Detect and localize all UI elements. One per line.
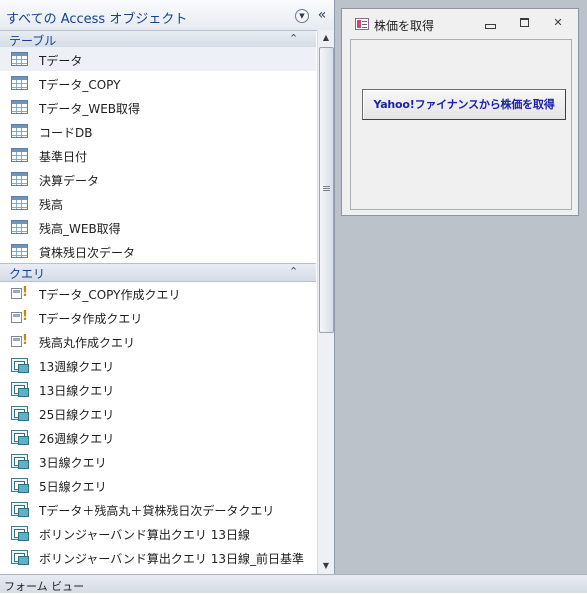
object-list: テーブル ⌃ Tデータ Tデータ_COPY Tデータ_WEB取得 コードDB 基… bbox=[0, 30, 316, 574]
list-item-query[interactable]: ボリンジャーバンド算出クエリ 13日線_前日基準 bbox=[0, 545, 316, 569]
table-icon bbox=[11, 172, 28, 186]
select-query-icon bbox=[11, 454, 29, 469]
list-item-table[interactable]: コードDB bbox=[0, 119, 316, 143]
list-item-table[interactable]: 残高 bbox=[0, 191, 316, 215]
select-query-icon bbox=[11, 430, 29, 445]
restore-button[interactable] bbox=[516, 16, 532, 30]
list-item-table[interactable]: 残高_WEB取得 bbox=[0, 215, 316, 239]
restore-icon bbox=[519, 18, 529, 27]
make-table-query-icon: ! bbox=[11, 285, 28, 300]
form-detail-section: Yahoo!ファイナンスから株価を取得 bbox=[350, 39, 572, 210]
list-item-label: 残高_WEB取得 bbox=[39, 222, 121, 236]
collapse-pane-button[interactable]: « bbox=[315, 5, 329, 25]
list-item-label: 5日線クエリ bbox=[39, 480, 107, 494]
list-item-label: Tデータ作成クエリ bbox=[39, 312, 143, 326]
select-query-icon bbox=[11, 358, 29, 373]
list-item-label: ボリンジャーバンド算出クエリ 13日線_前日基準 bbox=[39, 552, 304, 566]
select-query-icon bbox=[11, 406, 29, 421]
select-query-icon bbox=[11, 382, 29, 397]
list-item-query[interactable]: ! 残高丸作成クエリ bbox=[0, 329, 316, 353]
list-item-label: Tデータ bbox=[39, 54, 83, 68]
list-item-query[interactable]: ボリンジャーバンド算出クエリ 13日線 bbox=[0, 521, 316, 545]
list-item-table[interactable]: 決算データ bbox=[0, 167, 316, 191]
scroll-up-button[interactable]: ▲ bbox=[318, 30, 334, 46]
list-item-label: 25日線クエリ bbox=[39, 408, 115, 422]
select-query-icon bbox=[11, 502, 29, 517]
form-icon bbox=[355, 18, 369, 30]
close-button[interactable]: ✕ bbox=[550, 16, 566, 30]
select-query-icon bbox=[11, 478, 29, 493]
list-item-label: 決算データ bbox=[39, 174, 100, 188]
list-item-label: Tデータ_WEB取得 bbox=[39, 102, 141, 116]
list-item-query[interactable]: ! Tデータ_COPY作成クエリ bbox=[0, 281, 316, 305]
list-item-label: 3日線クエリ bbox=[39, 456, 107, 470]
select-query-icon bbox=[11, 526, 29, 541]
list-item-query[interactable]: 5日線クエリ bbox=[0, 473, 316, 497]
navigation-pane-title[interactable]: すべての Access オブジェクト bbox=[6, 8, 187, 27]
list-item-table[interactable]: Tデータ_COPY bbox=[0, 71, 316, 95]
form-window: 株価を取得 ✕ Yahoo!ファイナンスから株価を取得 bbox=[341, 8, 579, 216]
list-item-label: 貸株残日次データ bbox=[39, 246, 136, 260]
select-query-icon bbox=[11, 550, 29, 565]
chevron-down-circle-icon[interactable]: ▼ bbox=[295, 9, 309, 23]
make-table-query-icon: ! bbox=[11, 333, 28, 348]
list-item-table[interactable]: Tデータ_WEB取得 bbox=[0, 95, 316, 119]
minimize-button[interactable] bbox=[482, 16, 498, 30]
list-item-label: ボリンジャーバンド算出クエリ 13日線 bbox=[39, 528, 250, 542]
list-item-label: 13日線クエリ bbox=[39, 384, 115, 398]
chevron-up-icon[interactable]: ⌃ bbox=[289, 31, 298, 47]
list-item-query[interactable]: 13日線クエリ bbox=[0, 377, 316, 401]
table-icon bbox=[11, 196, 28, 210]
list-item-label: 残高 bbox=[39, 198, 64, 212]
list-item-query[interactable]: 13週線クエリ bbox=[0, 353, 316, 377]
list-item-label: Tデータ_COPY bbox=[39, 78, 121, 92]
form-title-bar[interactable]: 株価を取得 ✕ bbox=[342, 9, 578, 37]
navigation-pane: すべての Access オブジェクト ▼ « テーブル ⌃ Tデータ Tデータ_… bbox=[0, 0, 335, 574]
list-item-label: 13週線クエリ bbox=[39, 360, 115, 374]
list-item-label: Tデータ＋残高丸＋貸株残日次データクエリ bbox=[39, 504, 275, 518]
list-item-query[interactable]: 3日線クエリ bbox=[0, 449, 316, 473]
list-item-query[interactable]: ! Tデータ作成クエリ bbox=[0, 305, 316, 329]
vertical-scrollbar[interactable]: ▲ ▼ bbox=[317, 30, 334, 574]
scrollbar-thumb[interactable] bbox=[319, 47, 334, 333]
grip-icon bbox=[323, 186, 330, 192]
scroll-down-button[interactable]: ▼ bbox=[318, 558, 334, 574]
minimize-icon bbox=[484, 24, 496, 29]
form-title: 株価を取得 bbox=[374, 19, 435, 33]
chevron-up-icon[interactable]: ⌃ bbox=[289, 264, 298, 280]
status-bar: フォーム ビュー bbox=[0, 574, 587, 593]
list-item-query[interactable]: 26週線クエリ bbox=[0, 425, 316, 449]
list-item-table[interactable]: Tデータ bbox=[0, 47, 316, 71]
list-item-label: 26週線クエリ bbox=[39, 432, 115, 446]
make-table-query-icon: ! bbox=[11, 309, 28, 324]
list-item-label: Tデータ_COPY作成クエリ bbox=[39, 288, 181, 302]
table-icon bbox=[11, 148, 28, 162]
group-header-queries[interactable]: クエリ ⌃ bbox=[0, 263, 316, 282]
table-icon bbox=[11, 100, 28, 114]
navigation-pane-header[interactable]: すべての Access オブジェクト ▼ « bbox=[0, 0, 334, 31]
fetch-stock-price-button[interactable]: Yahoo!ファイナンスから株価を取得 bbox=[362, 89, 566, 120]
table-icon bbox=[11, 244, 28, 258]
list-item-label: 残高丸作成クエリ bbox=[39, 336, 136, 350]
table-icon bbox=[11, 124, 28, 138]
list-item-query[interactable]: Tデータ＋残高丸＋貸株残日次データクエリ bbox=[0, 497, 316, 521]
list-item-label: コードDB bbox=[39, 126, 93, 140]
table-icon bbox=[11, 76, 28, 90]
list-item-query[interactable]: 25日線クエリ bbox=[0, 401, 316, 425]
table-icon bbox=[11, 52, 28, 66]
list-item-label: 基準日付 bbox=[39, 150, 88, 164]
table-icon bbox=[11, 220, 28, 234]
list-item-table[interactable]: 基準日付 bbox=[0, 143, 316, 167]
list-item-table[interactable]: 貸株残日次データ bbox=[0, 239, 316, 263]
group-label: クエリ bbox=[9, 267, 46, 281]
